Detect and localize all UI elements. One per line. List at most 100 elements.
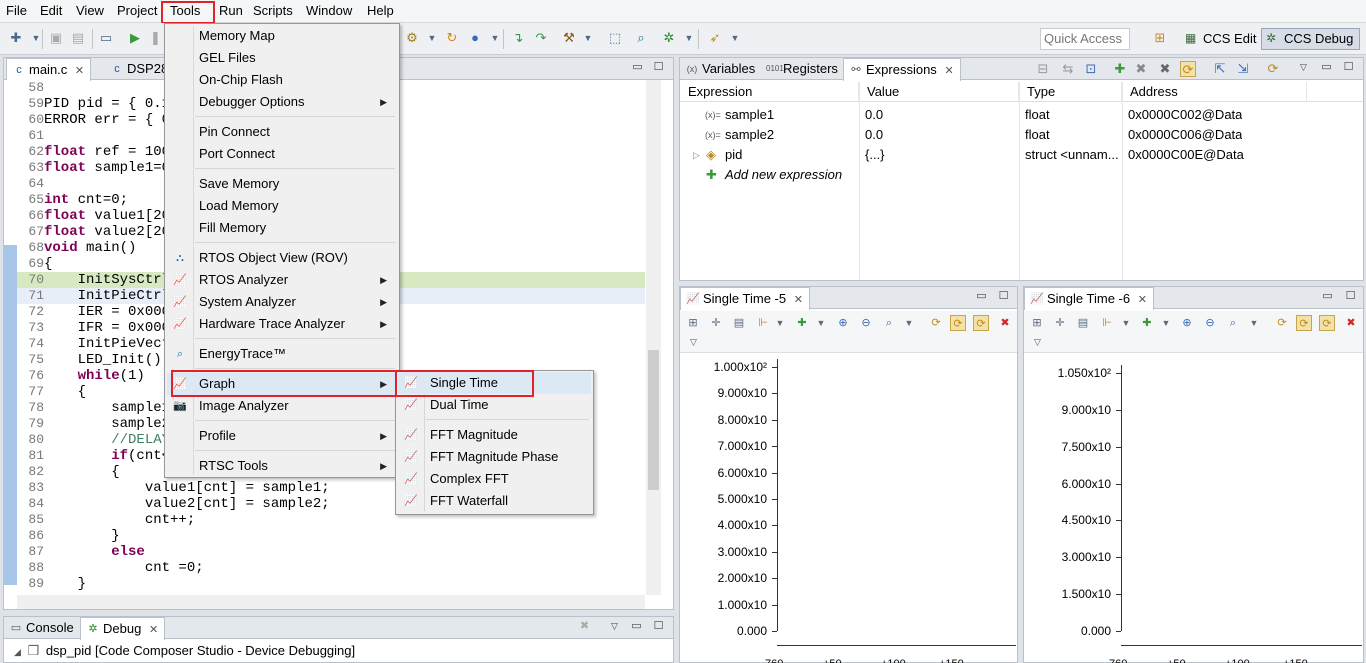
menu-scripts[interactable]: Scripts [253,3,293,18]
restart-icon[interactable]: ↻ [444,30,460,46]
add-new-expression-row[interactable]: ✚ Add new expression [680,165,1363,185]
menu-view[interactable]: View [76,3,104,18]
export-icon[interactable]: ⇱ [1212,61,1228,77]
close-icon[interactable]: ✕ [149,624,158,636]
show-types-icon[interactable]: ⇆ [1060,61,1076,77]
load-program-icon[interactable]: ⚙ [404,30,420,46]
cell-value[interactable]: 0.0 [860,125,883,145]
menu-item-image-analyzer[interactable]: 📷 Image Analyzer [167,395,397,417]
maximize-icon[interactable]: ☐ [1344,291,1357,304]
tab-variables[interactable]: (x) Variables [680,58,761,80]
step-over-icon[interactable]: ↷ [533,30,549,46]
view-menu-icon[interactable]: ▽ [690,337,697,348]
tab-main-c[interactable]: c main.c ✕ [6,58,92,81]
menu-item-load-memory[interactable]: Load Memory [167,195,397,217]
menu-item-debugger-options[interactable]: Debugger Options ▶ [167,91,397,113]
expand-arrow-icon[interactable]: ◢ [14,647,21,657]
perspective-ccs-debug[interactable]: ✲ CCS Debug [1261,28,1361,50]
menu-item-memory-map[interactable]: Memory Map [167,25,397,47]
add-icon[interactable]: ✚ [1112,61,1128,77]
hammer-icon[interactable]: ⚒ [561,30,577,46]
auto-refresh-icon[interactable]: ⟳ [973,315,989,331]
scroll-thumb[interactable] [648,350,659,490]
table-row[interactable]: ▷ ◈ pid {...} struct <unnam... 0x0000C00… [680,145,1363,165]
auto-refresh-icon[interactable]: ⟳ [1319,315,1335,331]
open-perspective-icon[interactable]: ⊞ [1152,30,1168,46]
reset-graph-icon[interactable]: ⊞ [685,315,701,331]
add-measurement-icon[interactable]: ✚ [1139,315,1155,331]
refresh-icon[interactable]: ⟳ [1265,61,1281,77]
dropdown-icon[interactable]: ▼ [1158,315,1174,331]
step-into-icon[interactable]: ↴ [510,30,526,46]
debug-dropdown-icon[interactable]: ▼ [681,30,697,46]
menu-item-port-connect[interactable]: Port Connect [167,143,397,165]
menu-file[interactable]: File [6,3,27,18]
submenu-item-complex-fft[interactable]: 📈 Complex FFT [398,468,591,490]
perspective-ccs-edit[interactable]: ▦ CCS Edit [1180,28,1263,50]
close-icon[interactable]: ✕ [1138,294,1147,306]
assembly-step-icon[interactable]: ⬚ [607,30,623,46]
continuous-refresh-icon[interactable]: ⟳ [1296,315,1312,331]
minimize-icon[interactable]: ▭ [630,621,643,634]
launch-dropdown-icon[interactable]: ▼ [727,30,743,46]
crosshair-icon[interactable]: ✛ [1052,315,1068,331]
menu-run[interactable]: Run [219,3,243,18]
menu-edit[interactable]: Edit [40,3,62,18]
menu-help[interactable]: Help [367,3,394,18]
reset-graph-icon[interactable]: ⊞ [1029,315,1045,331]
continuous-refresh-icon[interactable]: ⟳ [950,315,966,331]
tab-console[interactable]: ▭ Console [4,617,80,639]
debug-icon[interactable]: ✲ [661,30,677,46]
refresh-icon[interactable]: ⟳ [1274,315,1290,331]
minimize-icon[interactable]: ▭ [1321,291,1334,304]
menu-item-system-analyzer[interactable]: 📈 System Analyzer ▶ [167,291,397,313]
stop-icon[interactable]: ✖ [1343,315,1359,331]
legend-icon[interactable]: ▤ [731,315,747,331]
zoom-in-icon[interactable]: ⊕ [1179,315,1195,331]
dropdown-icon[interactable]: ▼ [1246,315,1262,331]
close-icon[interactable]: ✕ [944,65,953,77]
save-icon[interactable]: ▣ [48,30,64,46]
submenu-item-fft-magnitude[interactable]: 📈 FFT Magnitude [398,424,591,446]
expand-arrow-icon[interactable]: ▷ [688,145,700,165]
display-mode-icon[interactable]: ⊩ [755,315,771,331]
menu-item-rtos-analyzer[interactable]: 📈 RTOS Analyzer ▶ [167,269,397,291]
dropdown-icon[interactable]: ▼ [813,315,829,331]
submenu-item-fft-magnitude-phase[interactable]: 📈 FFT Magnitude Phase [398,446,591,468]
dropdown-icon[interactable]: ▼ [772,315,788,331]
zoom-fit-icon[interactable]: ⌕ [881,315,897,331]
menu-item-energytrace[interactable]: ⌕ EnergyTrace™ [167,343,397,365]
cell-value[interactable]: {...} [860,145,885,165]
remove-icon[interactable]: ✖ [1133,61,1149,77]
cell-value[interactable]: 0.0 [860,105,883,125]
quick-access-input[interactable]: Quick Access [1040,28,1130,50]
maximize-icon[interactable]: ☐ [997,291,1010,304]
menu-item-rtsc-tools[interactable]: RTSC Tools ▶ [167,455,397,477]
minimize-icon[interactable]: ▭ [631,62,644,75]
zoom-out-icon[interactable]: ⊖ [1202,315,1218,331]
add-measurement-icon[interactable]: ✚ [794,315,810,331]
zoom-out-icon[interactable]: ⊖ [858,315,874,331]
dropdown-icon[interactable]: ▼ [901,315,917,331]
layout-icon[interactable]: ⊡ [1083,61,1099,77]
view-menu-icon[interactable]: ▽ [608,621,621,634]
menu-project[interactable]: Project [117,3,157,18]
menu-item-hardware-trace-analyzer[interactable]: 📈 Hardware Trace Analyzer ▶ [167,313,397,335]
tab-single-time-6[interactable]: 📈 Single Time -6 ✕ [1024,287,1154,310]
menu-item-gel-files[interactable]: GEL Files [167,47,397,69]
build-dropdown-icon[interactable]: ▼ [580,30,596,46]
column-address[interactable]: Address [1122,82,1307,102]
save-all-icon[interactable]: ▤ [70,30,86,46]
remove-all-icon[interactable]: ✖ [1157,61,1173,77]
column-value[interactable]: Value [859,82,1019,102]
column-expression[interactable]: Expression [680,82,859,102]
display-mode-icon[interactable]: ⊩ [1099,315,1115,331]
close-icon[interactable]: ✕ [794,294,803,306]
maximize-icon[interactable]: ☐ [652,621,665,634]
menu-window[interactable]: Window [306,3,352,18]
refresh-icon[interactable]: ⟳ [928,315,944,331]
close-icon[interactable]: ✕ [75,65,84,77]
tab-expressions[interactable]: ⚯ Expressions ✕ [843,58,961,81]
table-row[interactable]: (x)= sample1 0.0 float 0x0000C002@Data [680,105,1363,125]
load-dropdown-icon[interactable]: ▼ [424,30,440,46]
